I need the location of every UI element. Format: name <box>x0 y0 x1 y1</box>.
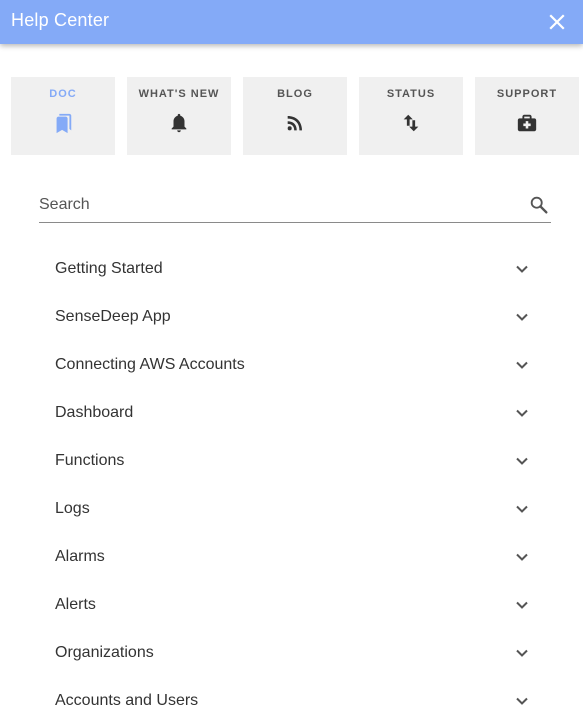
list-item[interactable]: Alarms <box>55 533 535 581</box>
tab-doc[interactable]: DOC <box>11 77 115 155</box>
tab-blog-label: BLOG <box>277 88 313 100</box>
tab-whats-new[interactable]: WHAT'S NEW <box>127 77 231 155</box>
bell-icon <box>171 113 187 133</box>
chevron-down-icon <box>516 457 528 465</box>
search-field <box>39 190 551 223</box>
header-title: Help Center <box>11 10 110 30</box>
tab-support-label: SUPPORT <box>496 88 558 100</box>
chevron-down-icon <box>516 313 528 321</box>
chevron-down-icon <box>516 505 528 513</box>
tab-support[interactable]: SUPPORT <box>475 77 579 155</box>
swap-vertical-icon <box>403 114 419 132</box>
chevron-down-icon <box>516 601 528 609</box>
list-item-label: Logs <box>55 500 90 517</box>
chevron-down-icon <box>516 361 528 369</box>
list-item[interactable]: Alerts <box>55 581 535 629</box>
tab-whats-new-label: WHAT'S NEW <box>138 88 220 100</box>
list-item[interactable]: Dashboard <box>55 389 535 437</box>
tab-blog[interactable]: BLOG <box>243 77 347 155</box>
list-item[interactable]: Connecting AWS Accounts <box>55 341 535 389</box>
bookmarks-icon <box>56 113 72 134</box>
list-item-label: Getting Started <box>55 260 163 277</box>
chevron-down-icon <box>516 553 528 561</box>
list-item-label: Alarms <box>55 548 105 565</box>
search-icon[interactable] <box>528 194 550 216</box>
list-item[interactable]: SenseDeep App <box>55 293 535 341</box>
list-item-label: Connecting AWS Accounts <box>55 356 245 373</box>
help-topics-list: Getting Started SenseDeep App Connecting… <box>55 245 535 725</box>
tab-status-label: STATUS <box>386 88 436 100</box>
list-item-label: Organizations <box>55 644 154 661</box>
list-item-label: Alerts <box>55 596 96 613</box>
list-item-label: Functions <box>55 452 125 469</box>
medical-bag-icon <box>517 114 537 132</box>
help-tabs: DOC WHAT'S NEW BLOG STATUS SUPPORT <box>11 77 583 155</box>
tab-doc-label: DOC <box>49 88 77 100</box>
list-item[interactable]: Getting Started <box>55 245 535 293</box>
list-item[interactable]: Logs <box>55 485 535 533</box>
close-button[interactable] <box>545 10 569 34</box>
list-item-label: SenseDeep App <box>55 308 171 325</box>
list-item-label: Accounts and Users <box>55 692 199 709</box>
search-input[interactable] <box>39 194 519 216</box>
list-item[interactable]: Accounts and Users <box>55 677 535 725</box>
chevron-down-icon <box>516 697 528 705</box>
chevron-down-icon <box>516 649 528 657</box>
tab-status[interactable]: STATUS <box>359 77 463 155</box>
rss-icon <box>287 116 302 131</box>
list-item[interactable]: Functions <box>55 437 535 485</box>
close-icon <box>549 14 565 30</box>
list-item[interactable]: Organizations <box>55 629 535 677</box>
chevron-down-icon <box>516 265 528 273</box>
help-center-header: Help Center <box>0 0 583 44</box>
list-item-label: Dashboard <box>55 404 134 421</box>
chevron-down-icon <box>516 409 528 417</box>
